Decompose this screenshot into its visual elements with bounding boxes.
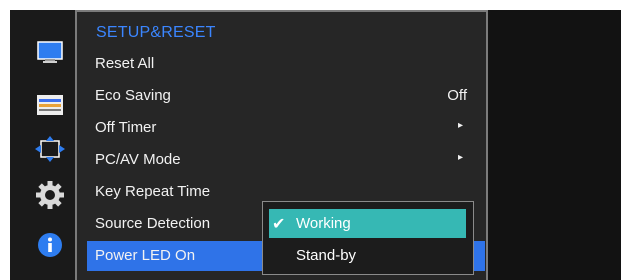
menu-item-label: Eco Saving xyxy=(95,87,171,104)
option-working[interactable]: ✔ Working xyxy=(269,209,466,238)
color-bars-icon[interactable] xyxy=(35,90,65,120)
menu-item-eco-saving[interactable]: Eco Saving Off xyxy=(87,81,485,111)
osd-sidebar xyxy=(10,10,75,280)
menu-item-reset-all[interactable]: Reset All xyxy=(87,49,485,79)
chevron-right-icon: ▸ xyxy=(457,120,463,131)
monitor-icon[interactable] xyxy=(35,38,65,68)
resize-icon[interactable] xyxy=(35,134,65,164)
menu-item-label: Reset All xyxy=(95,55,155,72)
checkmark-icon: ✔ xyxy=(272,216,286,233)
panel-title: SETUP&RESET xyxy=(96,24,216,41)
menu-item-label: Off Timer xyxy=(95,119,157,136)
menu-item-label: Source Detection xyxy=(95,215,211,232)
menu-item-off-timer[interactable]: Off Timer ▸ xyxy=(87,113,485,143)
menu-item-pc-av-mode[interactable]: PC/AV Mode ▸ xyxy=(87,145,485,175)
menu-item-value: Off xyxy=(447,87,467,104)
chevron-right-icon: ▸ xyxy=(457,152,463,163)
info-icon[interactable] xyxy=(35,230,65,260)
menu-item-label: PC/AV Mode xyxy=(95,151,181,168)
power-led-popup: ✔ Working Stand-by xyxy=(262,201,474,275)
menu-item-label: Key Repeat Time xyxy=(95,183,211,200)
gear-icon[interactable] xyxy=(35,180,65,210)
option-stand-by[interactable]: Stand-by xyxy=(269,241,466,270)
menu-item-label: Power LED On xyxy=(95,247,196,264)
option-label: Working xyxy=(296,215,351,232)
option-label: Stand-by xyxy=(296,247,357,264)
